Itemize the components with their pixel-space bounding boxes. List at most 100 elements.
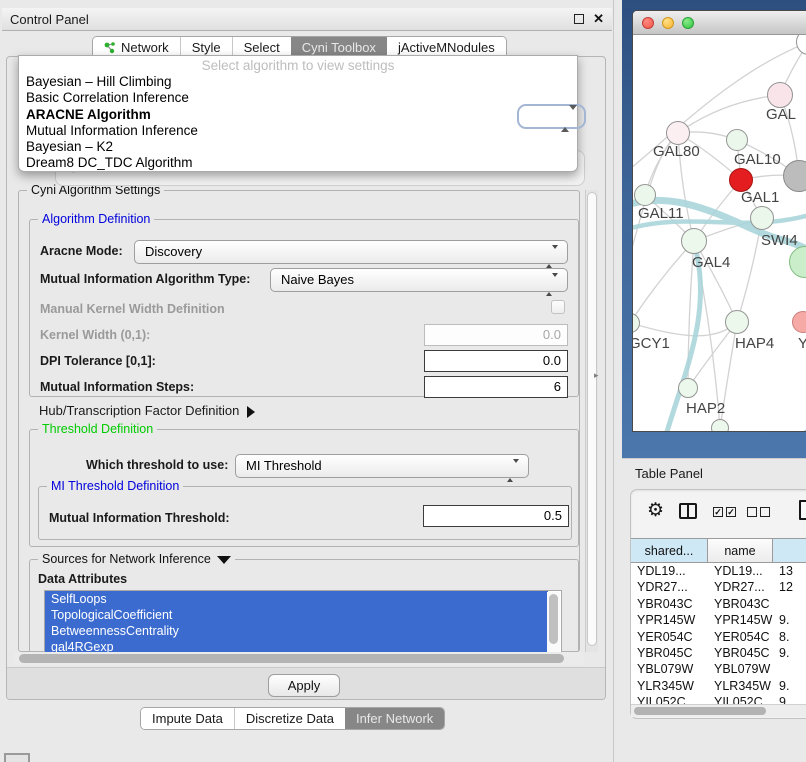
data-attributes-items: SelfLoopsTopologicalCoefficientBetweenne… [45, 591, 561, 654]
algorithm-popup-item[interactable]: Basic Correlation Inference [19, 90, 577, 106]
network-node-label: GAL [766, 106, 796, 123]
threshold-definition-title: Threshold Definition [38, 422, 157, 436]
aracne-mode-combo[interactable]: Discovery [134, 240, 568, 264]
close-window-button[interactable] [642, 17, 654, 29]
sources-group: Sources for Network Inference Data Attri… [29, 559, 579, 653]
algorithm-popup-item[interactable]: ARACNE Algorithm [19, 107, 577, 123]
network-node[interactable] [681, 228, 707, 254]
data-attributes-label: Data Attributes [38, 572, 127, 586]
network-node[interactable] [750, 206, 774, 230]
table-row[interactable]: YIL052CYIL052C9. [631, 694, 806, 704]
control-panel: Control Panel ✕ Network Style Select Cyn… [2, 8, 612, 735]
table-panel-body: ⚙ ✓✓ shared... name YDL19...YDL19...13YD… [630, 489, 806, 719]
deselect-all-checks-icon[interactable] [747, 507, 770, 517]
table-row[interactable]: YDL19...YDL19...13 [631, 563, 806, 579]
splitter-grip[interactable]: ▸ [594, 370, 599, 381]
network-canvas[interactable]: GALGAL80GAL10GAL1GAL11SWI4GAL4GCY1HAP4YH… [633, 35, 806, 431]
table-cell: YBL079W [708, 661, 773, 677]
mi-threshold-field[interactable]: 0.5 [423, 505, 569, 527]
mi-steps-label: Mutual Information Steps: [40, 380, 194, 394]
dpi-tolerance-field[interactable]: 0.0 [424, 350, 568, 372]
network-node[interactable] [725, 310, 749, 334]
apply-button[interactable]: Apply [268, 674, 340, 697]
algorithm-definition-group: Algorithm Definition Aracne Mode: Discov… [29, 219, 579, 397]
algorithm-popup-items: Bayesian – Hill ClimbingBasic Correlatio… [19, 74, 577, 172]
table-cell: 12 [773, 579, 806, 595]
network-node-label: GCY1 [633, 335, 670, 352]
network-node[interactable] [634, 184, 656, 206]
table-row[interactable]: YER054CYER054C8. [631, 629, 806, 645]
control-panel-header: Control Panel ✕ [2, 8, 612, 31]
gear-icon[interactable]: ⚙ [647, 499, 664, 522]
network-node[interactable] [767, 82, 793, 108]
algorithm-popup-item[interactable]: Bayesian – Hill Climbing [19, 74, 577, 90]
tab-infer-network[interactable]: Infer Network [345, 708, 444, 729]
tab-discretize-data[interactable]: Discretize Data [234, 708, 345, 729]
algorithm-popup-item[interactable]: Dream8 DC_TDC Algorithm [19, 155, 577, 171]
network-window-titlebar[interactable] [633, 11, 806, 35]
algorithm-popup: Select algorithm to view settings Bayesi… [18, 55, 578, 172]
document-icon[interactable] [799, 500, 806, 520]
algorithm-popup-item[interactable]: Bayesian – K2 [19, 139, 577, 155]
collapse-down-icon[interactable] [217, 556, 231, 564]
column-header-shared[interactable]: shared... [631, 538, 708, 563]
table-rows[interactable]: YDL19...YDL19...13YDR27...YDR27...12YBR0… [631, 563, 806, 704]
network-node[interactable] [666, 121, 690, 145]
table-cell: YDL19... [631, 563, 708, 579]
table-cell: YIL052C [708, 694, 773, 704]
table-cell: 13 [773, 563, 806, 579]
mi-steps-field[interactable]: 6 [424, 376, 568, 398]
attribute-list-scrollbar[interactable] [547, 592, 560, 654]
table-panel: Table Panel ⚙ ✓✓ shared... name YDL19...… [622, 458, 806, 762]
tab-impute-data[interactable]: Impute Data [141, 708, 234, 729]
which-threshold-combo[interactable]: MI Threshold [235, 454, 529, 478]
table-row[interactable]: YBR043CYBR043C [631, 596, 806, 612]
expand-right-icon [247, 406, 255, 418]
network-node-label: HAP4 [735, 335, 774, 352]
table-row[interactable]: YBR045CYBR045C9. [631, 645, 806, 661]
table-row[interactable]: YBL079WYBL079W [631, 661, 806, 677]
settings-vertical-scrollbar[interactable] [585, 190, 598, 652]
kernel-width-label: Kernel Width (0,1): [40, 328, 150, 342]
zoom-window-button[interactable] [682, 17, 694, 29]
docked-panel-stub[interactable] [4, 753, 30, 762]
select-all-checks-icon[interactable]: ✓✓ [713, 507, 736, 517]
data-attributes-list[interactable]: SelfLoopsTopologicalCoefficientBetweenne… [44, 590, 562, 654]
data-attribute-item[interactable]: BetweennessCentrality [45, 623, 548, 639]
network-node[interactable] [726, 129, 748, 151]
table-header-row: shared... name [631, 538, 806, 563]
table-row[interactable]: YDR27...YDR27...12 [631, 579, 806, 595]
table-cell: YLR345W [708, 678, 773, 694]
split-columns-icon[interactable] [679, 503, 697, 519]
table-cell: 9. [773, 678, 806, 694]
table-cell: YER054C [708, 629, 773, 645]
float-panel-icon[interactable] [574, 14, 584, 24]
minimize-window-button[interactable] [662, 17, 674, 29]
which-threshold-label: Which threshold to use: [86, 458, 228, 472]
table-horizontal-scrollbar[interactable] [631, 704, 806, 717]
column-header-name[interactable]: name [708, 538, 773, 563]
network-node-label: HAP2 [686, 400, 725, 417]
settings-horizontal-scrollbar[interactable] [14, 652, 584, 665]
table-row[interactable]: YLR345WYLR345W9. [631, 678, 806, 694]
hub-definition-toggle[interactable]: Hub/Transcription Factor Definition [39, 403, 255, 418]
column-header-third[interactable] [773, 538, 806, 563]
data-attribute-item[interactable]: TopologicalCoefficient [45, 607, 548, 623]
table-cell: YBR043C [708, 596, 773, 612]
table-cell: YPR145W [708, 612, 773, 628]
table-cell: YDR27... [708, 579, 773, 595]
table-row[interactable]: YPR145WYPR145W9. [631, 612, 806, 628]
network-tab-icon [104, 41, 116, 54]
algorithm-popup-item[interactable]: Mutual Information Inference [19, 123, 577, 139]
kernel-width-field[interactable]: 0.0 [424, 324, 568, 346]
data-attribute-item[interactable]: SelfLoops [45, 591, 548, 607]
network-node[interactable] [678, 378, 698, 398]
network-view-window[interactable]: GALGAL80GAL10GAL1GAL11SWI4GAL4GCY1HAP4YH… [632, 10, 806, 432]
spinner-arrows-icon [507, 460, 519, 482]
manual-kernel-checkbox[interactable] [551, 300, 565, 314]
ghost-combo-ring [517, 104, 586, 129]
mi-type-combo[interactable]: Naive Bayes [270, 268, 568, 292]
network-node[interactable] [711, 419, 729, 431]
spinner-arrows-icon [561, 110, 577, 128]
close-panel-icon[interactable]: ✕ [593, 12, 604, 26]
